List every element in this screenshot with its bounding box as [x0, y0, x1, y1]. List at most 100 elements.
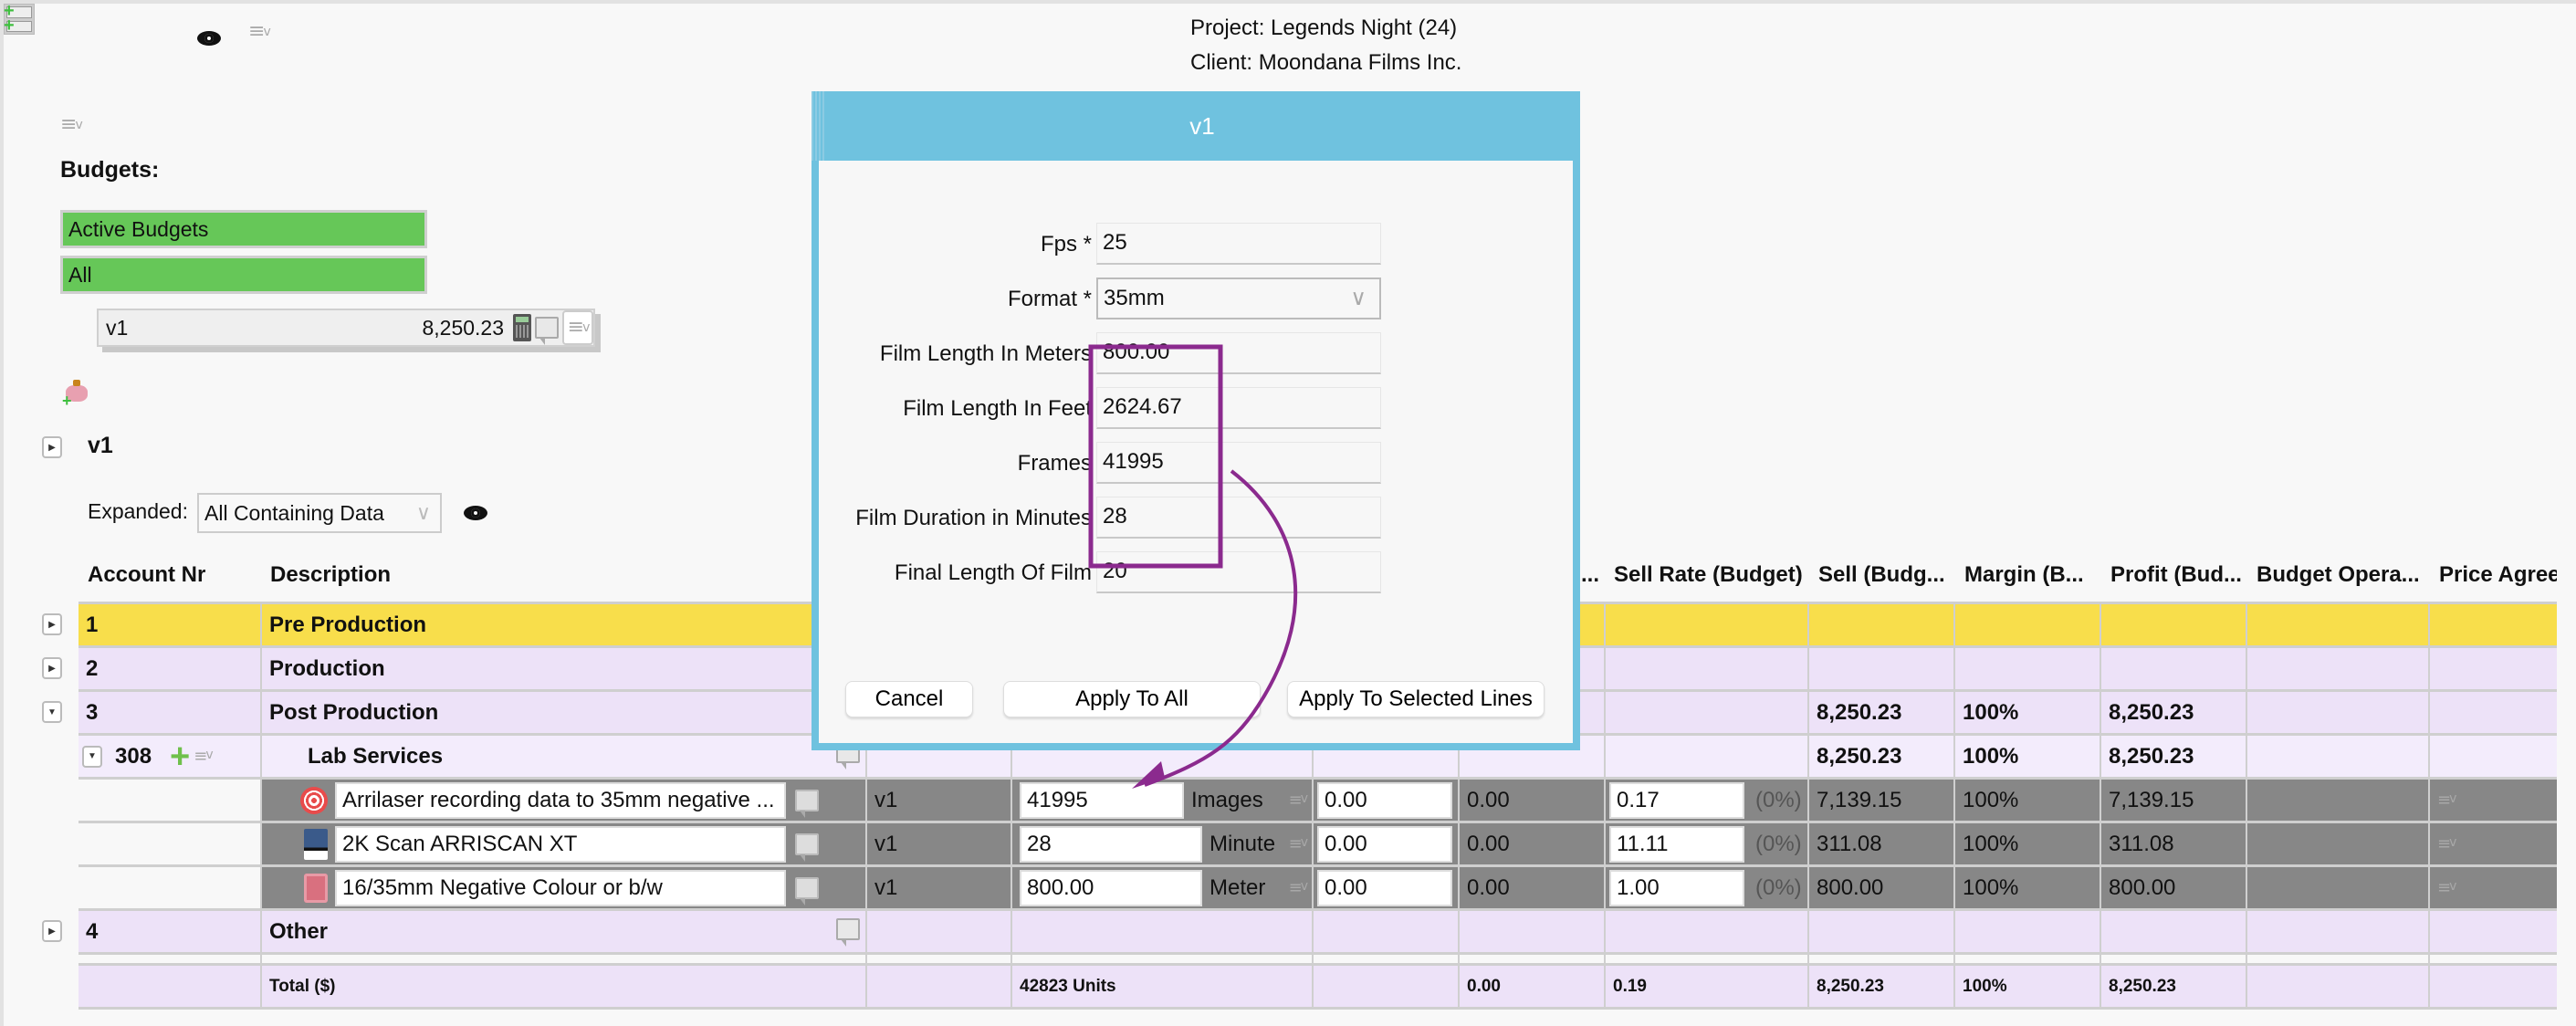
field-label: Film Length In Feet	[903, 396, 1092, 421]
line-menu-icon[interactable]: ≡v	[2437, 879, 2456, 896]
header-truncated[interactable]: ...	[1581, 562, 1599, 588]
eye-icon[interactable]	[462, 502, 489, 524]
margin-value: 100%	[1955, 736, 2101, 777]
unit-menu-icon[interactable]: ≡v	[1289, 835, 1308, 853]
line-description-input[interactable]: 16/35mm Negative Colour or b/w	[335, 869, 786, 906]
apply-to-selected-lines-button[interactable]: Apply To Selected Lines	[1287, 681, 1545, 717]
unit-menu-icon[interactable]: ≡v	[1289, 879, 1308, 896]
expanded-select[interactable]: All Containing Data ∨	[197, 493, 442, 533]
header-account-nr[interactable]: Account Nr	[88, 562, 205, 588]
comment-icon[interactable]	[795, 789, 819, 818]
eye-icon[interactable]	[195, 27, 223, 49]
expand-toggle-4[interactable]: ▶	[42, 920, 62, 942]
field-film-duration: Film Duration in Minutes 28	[819, 497, 1573, 539]
sell-rate-input[interactable]: 0.17	[1609, 781, 1744, 819]
film-duration-input[interactable]: 28	[1096, 497, 1381, 539]
unit-label: Minute	[1209, 831, 1276, 856]
expand-toggle-1[interactable]: ▶	[42, 613, 62, 635]
final-length-input[interactable]: 20	[1096, 551, 1381, 593]
total-cost: 0.00	[1460, 966, 1606, 1007]
project-name: Project: Legends Night (24)	[1190, 16, 1458, 40]
filter-active-budgets[interactable]: Active Budgets	[60, 210, 427, 248]
client-name: Client: Moondana Films Inc.	[1190, 50, 1462, 75]
cell	[1460, 911, 1606, 952]
add-budget-piggy-icon[interactable]: +	[62, 380, 89, 409]
quantity-input[interactable]: 800.00	[1020, 869, 1202, 906]
add-line-icon[interactable]: +	[170, 739, 190, 774]
rate-input[interactable]: 0.00	[1317, 869, 1452, 906]
line-menu-icon[interactable]: ≡v	[2437, 835, 2456, 853]
table-row-line[interactable]: 16/35mm Negative Colour or b/w v1 800.00…	[79, 867, 2557, 911]
line-description-input[interactable]: 2K Scan ARRISCAN XT	[335, 825, 786, 863]
cell	[2247, 780, 2430, 821]
comment-icon[interactable]	[836, 918, 860, 947]
filter-all[interactable]: All	[60, 256, 427, 294]
rate-input[interactable]: 0.00	[1317, 781, 1452, 819]
format-select[interactable]: 35mm ∨	[1096, 277, 1381, 319]
total-sell: 8,250.23	[1809, 966, 1955, 1007]
line-description-input[interactable]: Arrilaser recording data to 35mm negativ…	[335, 781, 786, 819]
add-rows-icon[interactable]	[4, 1, 35, 36]
comment-icon[interactable]	[795, 832, 819, 862]
menu-dropdown-icon[interactable]: ≡ v	[248, 22, 271, 42]
sell-rate-input[interactable]: 1.00	[1609, 869, 1744, 906]
line-menu-icon[interactable]: ≡v	[2437, 791, 2456, 809]
table-row-line[interactable]: 2K Scan ARRISCAN XT v1 28 Minute ≡v 0.00…	[79, 823, 2557, 867]
field-format: Format * 35mm ∨	[819, 277, 1573, 319]
quantity-input[interactable]: 41995	[1020, 781, 1184, 819]
total-label: Total ($)	[262, 966, 867, 1007]
header-profit[interactable]: Profit (Bud...	[2110, 562, 2242, 588]
unit-menu-icon[interactable]: ≡v	[1289, 791, 1308, 809]
film-length-feet-input[interactable]: 2624.67	[1096, 387, 1381, 429]
rate-cell: 0.00	[1314, 823, 1460, 864]
header-margin[interactable]: Margin (B...	[1964, 562, 2084, 588]
dialog-title[interactable]: v1	[812, 91, 1580, 161]
cell	[2101, 604, 2247, 645]
table-row-line[interactable]: Arrilaser recording data to 35mm negativ…	[79, 780, 2557, 823]
table-row-group[interactable]: 4 Other	[79, 911, 2557, 955]
budget-amount: 8,250.23	[422, 315, 504, 340]
cell	[1460, 955, 1606, 963]
cancel-button[interactable]: Cancel	[845, 681, 973, 717]
price-agree-cell: ≡v	[2430, 780, 2557, 821]
collapse-toggle-3[interactable]: ▼	[42, 701, 62, 723]
budgets-menu-icon[interactable]: ≡ v	[60, 115, 83, 135]
rate-input[interactable]: 0.00	[1317, 825, 1452, 863]
header-description[interactable]: Description	[270, 562, 391, 588]
cost-value: 0.00	[1460, 823, 1606, 864]
description: Lab Services	[262, 736, 867, 777]
comment-icon[interactable]	[535, 317, 559, 345]
rate-cell: 0.00	[1314, 867, 1460, 908]
budget-item-v1[interactable]: v1 8,250.23 ≡ v	[97, 309, 595, 347]
header-price-agree[interactable]: Price Agree	[2439, 562, 2557, 588]
field-label: Film Length In Meters	[879, 341, 1092, 366]
budget-menu-icon[interactable]: ≡ v	[562, 310, 593, 345]
markup-pct: (0%)	[1755, 831, 1802, 856]
margin-value: 100%	[1955, 823, 2101, 864]
cell	[79, 780, 262, 821]
apply-to-all-button[interactable]: Apply To All	[1003, 681, 1261, 717]
field-label: Final Length Of Film	[894, 560, 1092, 585]
row-menu-icon[interactable]: ≡v	[194, 748, 213, 765]
frames-input[interactable]: 41995	[1096, 442, 1381, 484]
chevron-down-icon: ∨	[1350, 286, 1367, 310]
header-sell[interactable]: Sell (Budg...	[1818, 562, 1945, 588]
comment-icon[interactable]	[795, 876, 819, 906]
field-fps: Fps * 25	[819, 223, 1573, 265]
collapse-toggle-308[interactable]: ▼	[82, 745, 102, 768]
quantity-input[interactable]: 28	[1020, 825, 1202, 863]
cell	[1606, 955, 1809, 963]
sell-rate-cell: 11.11 (0%)	[1606, 823, 1809, 864]
expand-toggle-v1[interactable]: ▶	[42, 436, 62, 458]
project-info: Project: Legends Night (24) Client: Moon…	[1190, 11, 1461, 80]
calculator-icon[interactable]	[513, 314, 531, 341]
sell-rate-input[interactable]: 11.11	[1609, 825, 1744, 863]
expand-toggle-2[interactable]: ▶	[42, 657, 62, 679]
header-sell-rate[interactable]: Sell Rate (Budget)	[1614, 562, 1803, 588]
cell	[1314, 955, 1460, 963]
sell-value: 311.08	[1809, 823, 1955, 864]
film-length-meters-input[interactable]: 800.00	[1096, 332, 1381, 374]
header-budget-opera[interactable]: Budget Opera...	[2257, 562, 2420, 588]
cell	[2101, 955, 2247, 963]
fps-input[interactable]: 25	[1096, 223, 1381, 265]
